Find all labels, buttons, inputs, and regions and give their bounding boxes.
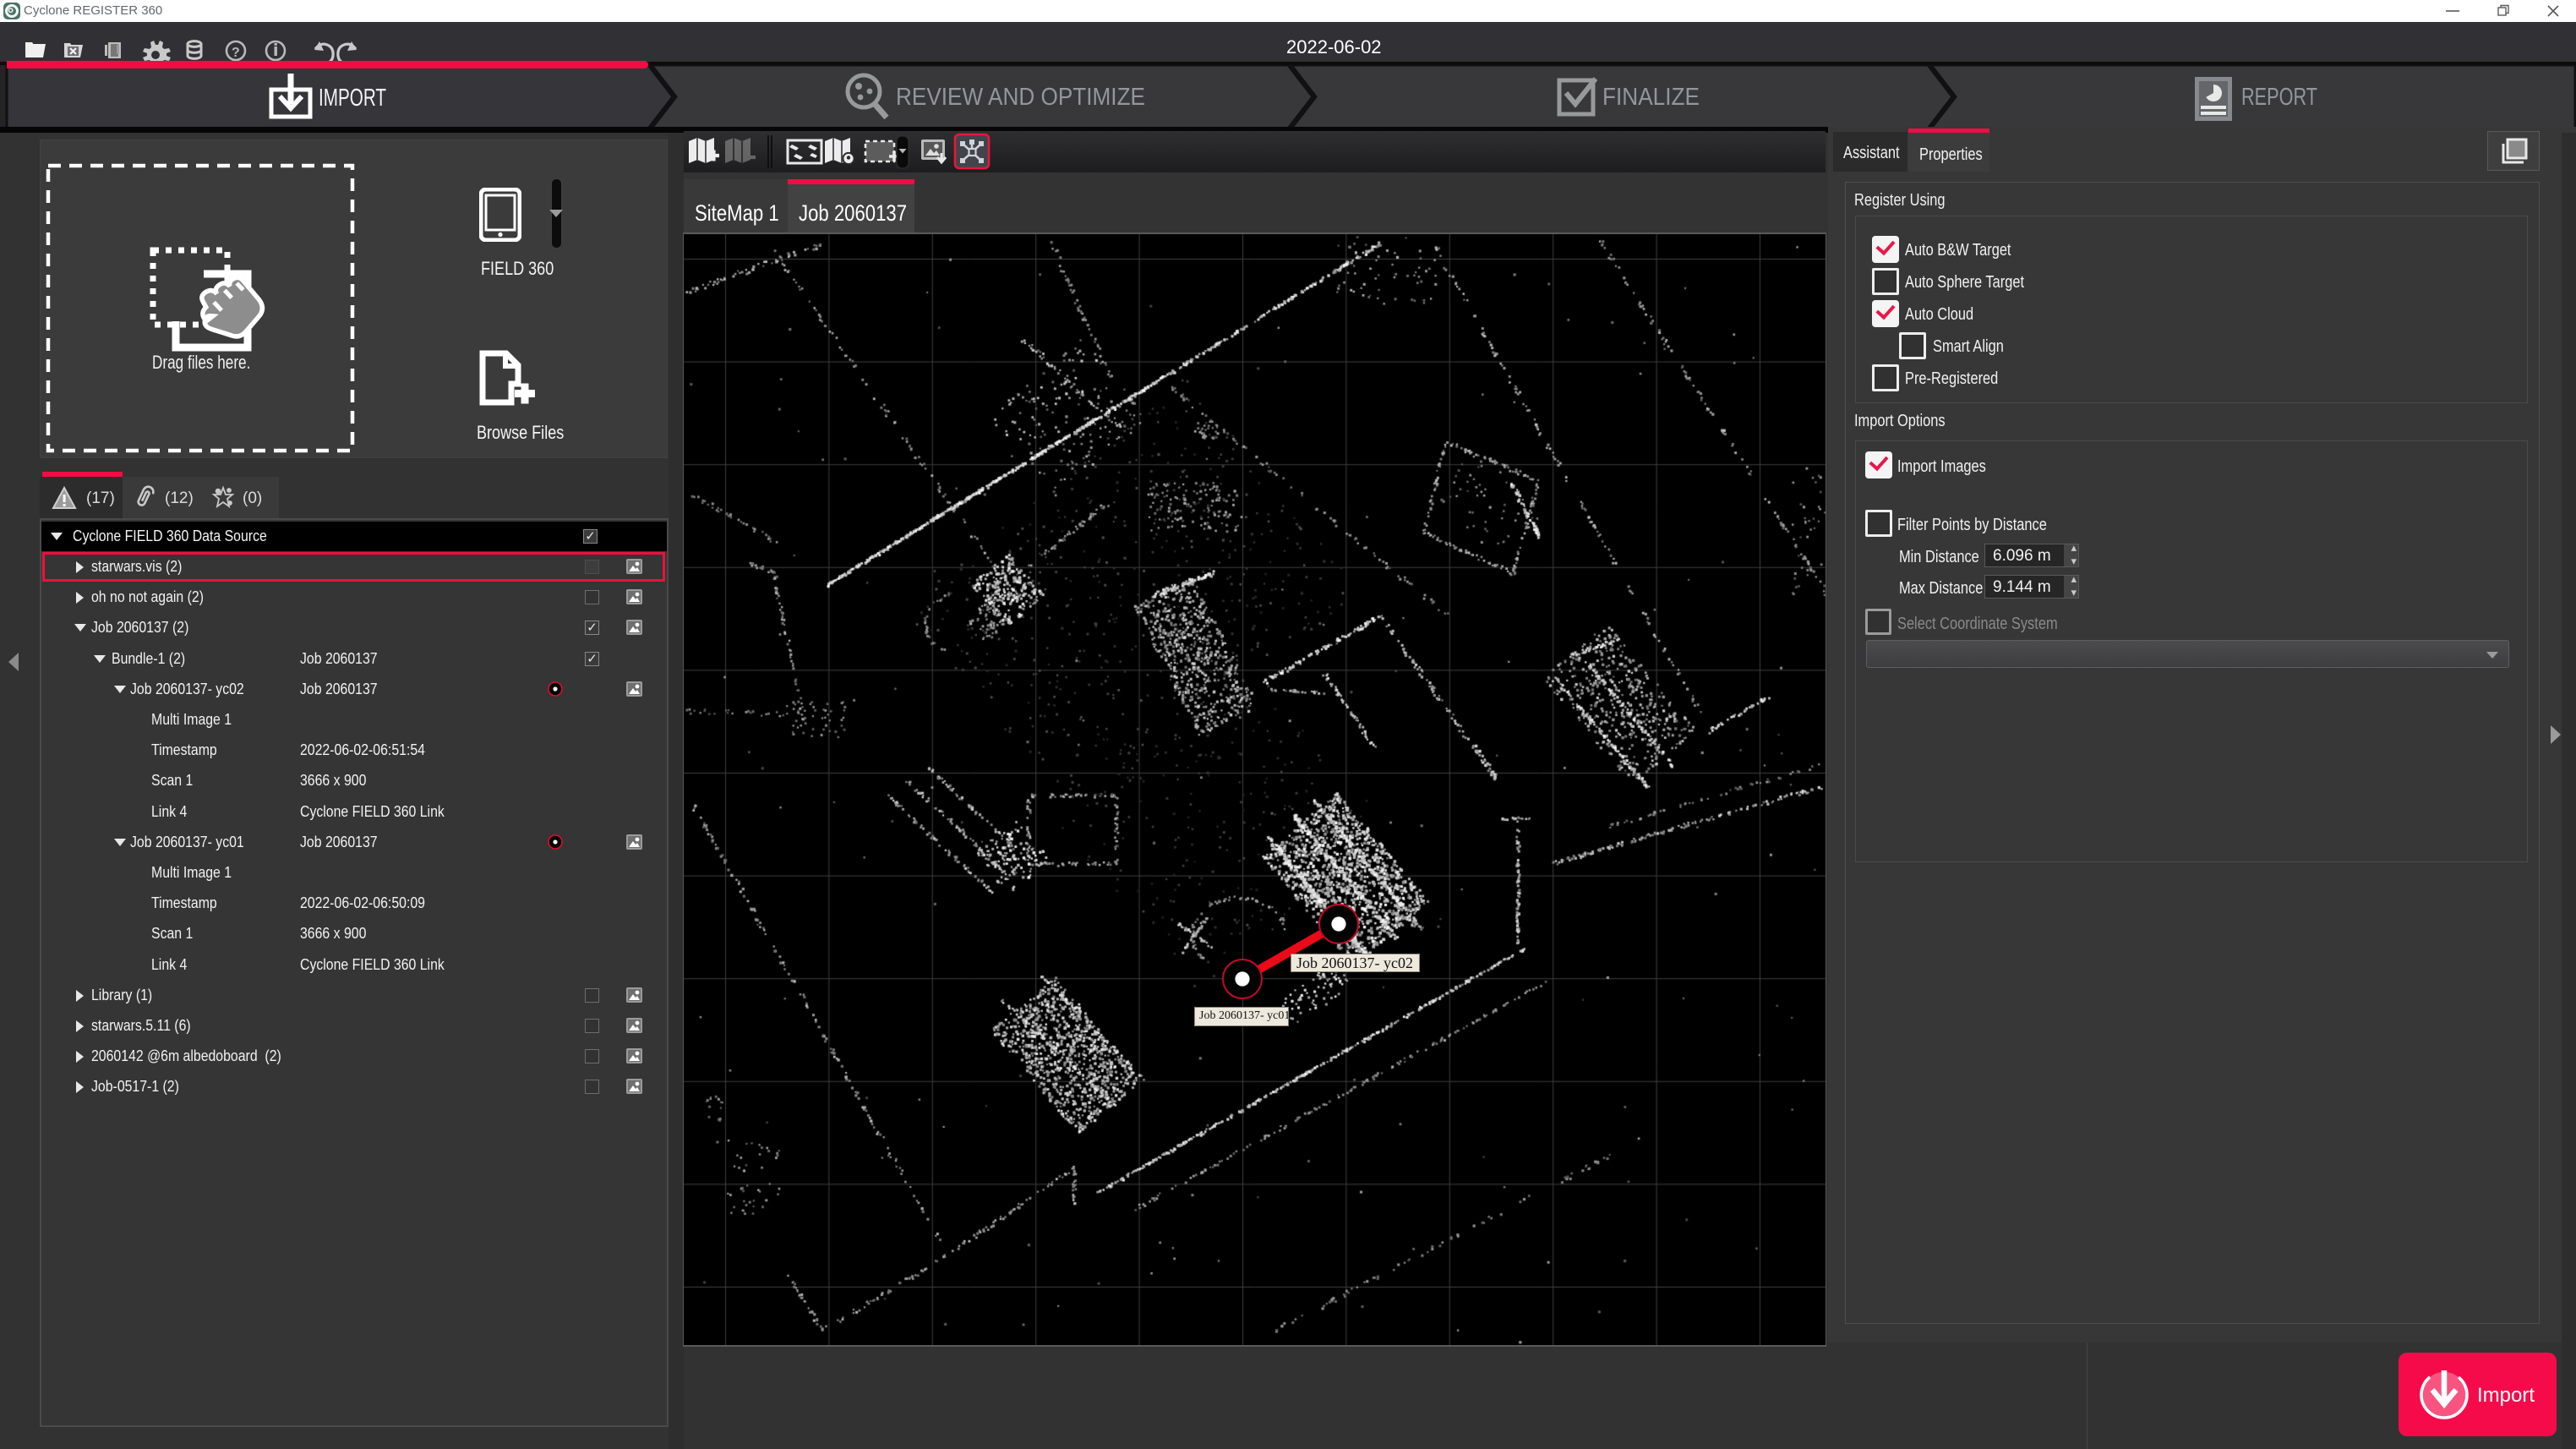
- svg-text:FINALIZE: FINALIZE: [1602, 84, 1700, 111]
- svg-text:REPORT: REPORT: [2241, 84, 2317, 111]
- svg-text:IMPORT: IMPORT: [319, 85, 386, 112]
- svg-text:?: ?: [232, 46, 240, 60]
- svg-text:REVIEW AND OPTIMIZE: REVIEW AND OPTIMIZE: [896, 84, 1145, 111]
